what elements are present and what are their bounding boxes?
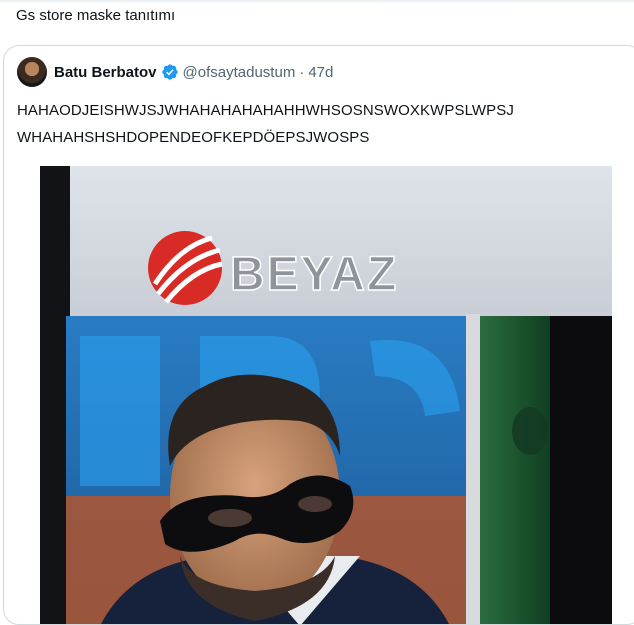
- tweet-text: Gs store maske tanıtımı: [16, 7, 176, 24]
- quote-header: Batu Berbatov @ofsaytadustum · 47d: [17, 57, 333, 87]
- quoted-tweet-text: HAHAODJEISHWJSJWHAHAHAHAHAHHWHSOSNSWOXKW…: [17, 102, 514, 146]
- author-name[interactable]: Batu Berbatov: [54, 64, 157, 81]
- media-scene: BEYAZ: [40, 166, 612, 624]
- top-divider: [0, 0, 634, 4]
- post-age[interactable]: 47d: [308, 64, 333, 81]
- verified-badge-icon: [161, 64, 178, 80]
- quoted-tweet-card[interactable]: Batu Berbatov @ofsaytadustum · 47d HAHAO…: [3, 45, 634, 625]
- logo-text: BEYAZ: [230, 248, 398, 301]
- author-handle[interactable]: @ofsaytadustum: [183, 64, 296, 81]
- avatar[interactable]: [17, 57, 47, 87]
- separator-dot: ·: [299, 63, 305, 81]
- quoted-media-image[interactable]: BEYAZ: [40, 166, 612, 624]
